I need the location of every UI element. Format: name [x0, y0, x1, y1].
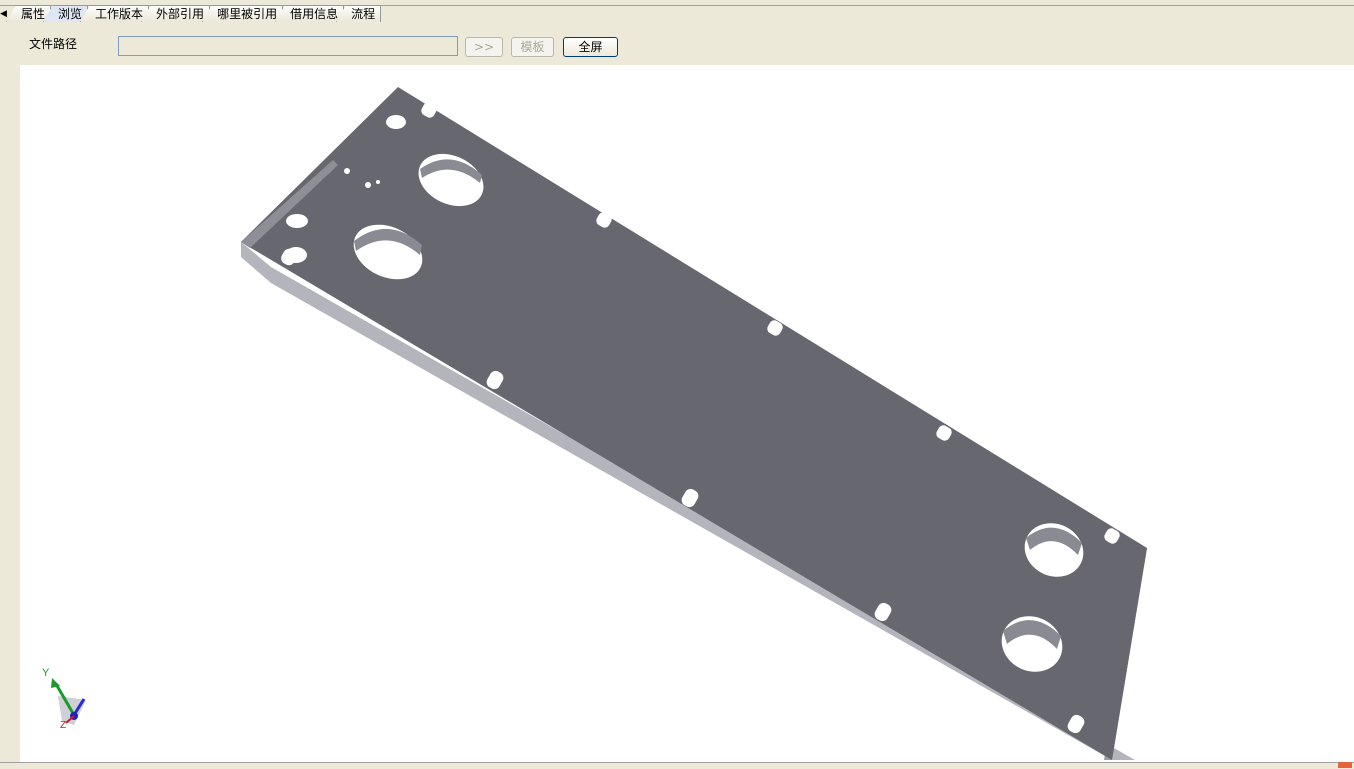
small-hole-2	[286, 214, 308, 228]
3d-viewer[interactable]: Y Z	[20, 65, 1354, 762]
pin-hole-2	[365, 182, 371, 188]
template-button[interactable]: 模板	[511, 37, 554, 57]
pin-hole-1	[344, 168, 350, 174]
fullscreen-button[interactable]: 全屏	[563, 37, 618, 57]
file-path-label: 文件路径	[29, 37, 78, 51]
tab-borrow-info[interactable]: 借用信息	[275, 5, 345, 22]
tab-strip: ◀ 属性 浏览 工作版本 外部引用 哪里被引用 借用信息 流程	[0, 5, 1354, 28]
axis-y-label: Y	[42, 667, 50, 679]
corner-app-icon[interactable]	[1338, 762, 1352, 768]
pin-hole-3	[376, 180, 380, 184]
tab-work-version[interactable]: 工作版本	[80, 5, 150, 22]
tab-properties[interactable]: 属性	[6, 5, 52, 22]
toolbar: 文件路径 >> 模板 全屏	[0, 23, 1354, 65]
viewer-left-margin	[0, 65, 20, 762]
axis-z-label: Z	[60, 720, 66, 731]
3d-model-render[interactable]: Y Z	[20, 65, 1354, 762]
axis-triad: Y Z	[42, 667, 86, 731]
small-hole-1	[386, 115, 406, 129]
tab-external-references[interactable]: 外部引用	[141, 5, 211, 22]
tabs: 属性 浏览 工作版本 外部引用 哪里被引用 借用信息 流程	[6, 5, 382, 23]
browse-go-button[interactable]: >>	[465, 37, 503, 57]
file-path-input[interactable]	[118, 36, 458, 56]
tab-where-used[interactable]: 哪里被引用	[202, 5, 284, 22]
